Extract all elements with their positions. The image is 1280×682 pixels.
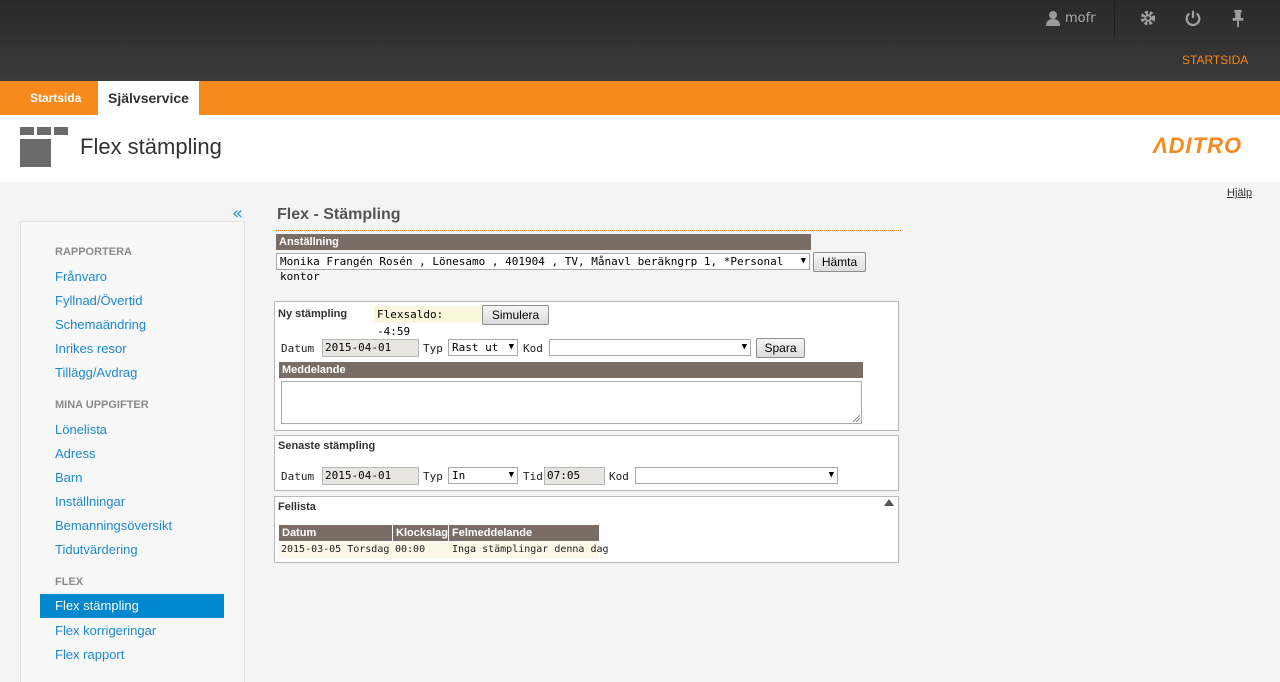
sidebar-item-flex-stampling[interactable]: Flex stämpling bbox=[40, 594, 224, 618]
page-title: Flex stämpling bbox=[80, 134, 222, 159]
senaste-datum-field[interactable]: 2015-04-01 bbox=[322, 467, 419, 485]
help-link[interactable]: Hjälp bbox=[1227, 187, 1252, 199]
user-menu[interactable]: mofr bbox=[1045, 10, 1096, 26]
spara-button[interactable]: Spara bbox=[756, 338, 805, 358]
dropdown-arrow-icon: ▼ bbox=[741, 342, 747, 352]
kod-label: Kod bbox=[523, 342, 543, 355]
sidebar-item-tidutvardering[interactable]: Tidutvärdering bbox=[55, 542, 138, 557]
fellista-cell-klockslag: 00:00 bbox=[395, 544, 426, 555]
datum-field[interactable]: 2015-04-01 bbox=[322, 339, 419, 357]
user-icon bbox=[1046, 11, 1060, 26]
aditro-logo: ΛDITRO bbox=[1153, 133, 1243, 158]
fellista-title: Fellista bbox=[278, 501, 316, 513]
typ-value: Rast ut bbox=[452, 341, 499, 354]
sidebar-item-flex-rapport[interactable]: Flex rapport bbox=[55, 647, 124, 662]
fellista-col-felmeddelande: Felmeddelande bbox=[449, 525, 599, 541]
ny-stampling-title: Ny stämpling bbox=[278, 308, 348, 320]
sidebar-item-barn[interactable]: Barn bbox=[55, 470, 82, 485]
dropdown-arrow-icon: ▼ bbox=[508, 470, 514, 480]
gear-icon[interactable] bbox=[1139, 9, 1157, 27]
sidebar-item-inrikes-resor[interactable]: Inrikes resor bbox=[55, 341, 127, 356]
fellista-cell-datum: 2015-03-05 Torsdag bbox=[281, 544, 390, 555]
heading-divider bbox=[276, 230, 901, 231]
tab-sjalvservice[interactable]: Självservice bbox=[98, 81, 199, 115]
fellista-col-klockslag: Klockslag bbox=[393, 525, 449, 541]
sidebar-item-bemanningsoversikt[interactable]: Bemanningsöversikt bbox=[55, 518, 172, 533]
fellista-col-datum: Datum bbox=[279, 525, 393, 541]
divider bbox=[1114, 0, 1115, 38]
sidebar-item-tillagg-avdrag[interactable]: Tillägg/Avdrag bbox=[55, 365, 137, 380]
tid-field[interactable]: 07:05 bbox=[544, 467, 605, 485]
sidebar-item-franvaro[interactable]: Frånvaro bbox=[55, 269, 107, 284]
flexsaldo: Flexsaldo: -4:59 bbox=[374, 306, 481, 338]
meddelande-textarea[interactable] bbox=[281, 381, 862, 424]
meddelande-label: Meddelande bbox=[279, 362, 863, 378]
senaste-typ-select[interactable]: In ▼ bbox=[448, 467, 518, 484]
datum-label: Datum bbox=[281, 342, 315, 355]
collapse-up-icon[interactable] bbox=[884, 499, 894, 506]
dropdown-arrow-icon: ▼ bbox=[828, 470, 834, 480]
senaste-kod-select[interactable]: ▼ bbox=[635, 467, 838, 484]
resize-handle-icon[interactable] bbox=[853, 415, 860, 422]
sidebar-item-installningar[interactable]: Inställningar bbox=[55, 494, 125, 509]
anstallning-value: Monika Frangén Rosén , Lönesamo , 401904… bbox=[280, 255, 784, 283]
anstallning-label: Anställning bbox=[276, 234, 811, 250]
senaste-typ-label: Typ bbox=[423, 470, 443, 483]
anstallning-select[interactable]: Monika Frangén Rosén , Lönesamo , 401904… bbox=[276, 253, 810, 283]
senaste-typ-value: In bbox=[452, 469, 466, 482]
pin-icon[interactable] bbox=[1229, 9, 1247, 27]
startsida-link[interactable]: STARTSIDA bbox=[1182, 53, 1248, 67]
kod-select[interactable]: ▼ bbox=[549, 339, 751, 356]
tab-startsida[interactable]: Startsida bbox=[20, 81, 91, 115]
senaste-stampling-title: Senaste stämpling bbox=[278, 440, 376, 452]
sidebar-item-adress[interactable]: Adress bbox=[55, 446, 95, 461]
typ-select[interactable]: Rast ut ▼ bbox=[448, 339, 518, 356]
username: mofr bbox=[1065, 10, 1096, 26]
hamta-button[interactable]: Hämta bbox=[813, 252, 866, 272]
typ-label: Typ bbox=[423, 342, 443, 355]
sidebar-item-flex-korrigeringar[interactable]: Flex korrigeringar bbox=[55, 623, 156, 638]
sidebar-item-fyllnad-overtid[interactable]: Fyllnad/Övertid bbox=[55, 293, 142, 308]
app-grid-icon bbox=[20, 127, 68, 167]
senaste-kod-label: Kod bbox=[609, 470, 629, 483]
sidebar-item-schemaandring[interactable]: Schemaändring bbox=[55, 317, 146, 332]
sidebar-section-flex: FLEX bbox=[55, 576, 84, 588]
simulera-button[interactable]: Simulera bbox=[482, 305, 549, 325]
dropdown-arrow-icon: ▼ bbox=[800, 256, 806, 266]
tid-label: Tid bbox=[523, 470, 543, 483]
senaste-datum-label: Datum bbox=[281, 470, 315, 483]
fellista-cell-felmeddelande: Inga stämplingar denna dag bbox=[452, 544, 609, 555]
sidebar-item-lonelista[interactable]: Lönelista bbox=[55, 422, 107, 437]
sidebar-section-rapportera: RAPPORTERA bbox=[55, 246, 133, 258]
sidebar-section-mina-uppgifter: MINA UPPGIFTER bbox=[55, 399, 149, 411]
main-heading: Flex - Stämpling bbox=[277, 206, 401, 223]
power-icon[interactable] bbox=[1184, 9, 1202, 27]
dropdown-arrow-icon: ▼ bbox=[508, 342, 514, 352]
